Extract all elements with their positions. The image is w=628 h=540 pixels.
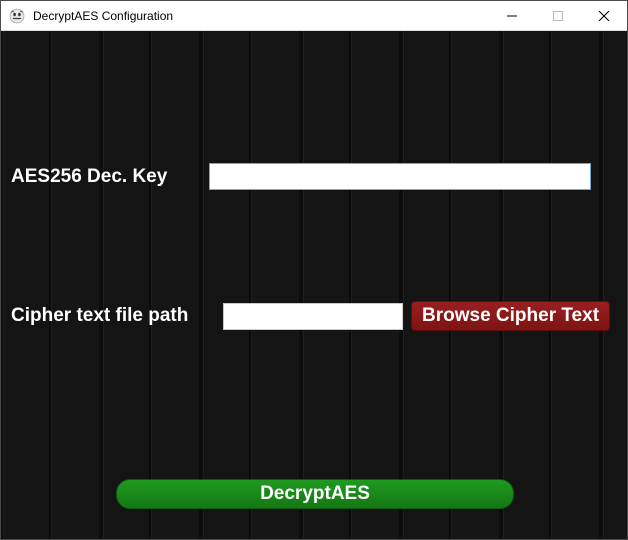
aes-key-input[interactable] (209, 163, 591, 190)
aes-key-row: AES256 Dec. Key (11, 163, 617, 190)
minimize-button[interactable] (489, 1, 535, 30)
app-window: DecryptAES Configuration AES256 Dec. Key… (0, 0, 628, 540)
close-button[interactable] (581, 1, 627, 30)
browse-cipher-button[interactable]: Browse Cipher Text (411, 301, 610, 331)
cipher-path-input[interactable] (223, 303, 403, 330)
titlebar[interactable]: DecryptAES Configuration (1, 1, 627, 31)
decrypt-button[interactable]: DecryptAES (116, 479, 514, 509)
window-controls (489, 1, 627, 30)
app-icon (9, 8, 25, 24)
maximize-button (535, 1, 581, 30)
cipher-path-label: Cipher text file path (11, 305, 223, 327)
cipher-path-row: Cipher text file path Browse Cipher Text (11, 301, 617, 331)
aes-key-label: AES256 Dec. Key (11, 166, 209, 188)
client-area: AES256 Dec. Key Cipher text file path Br… (1, 31, 627, 539)
window-title: DecryptAES Configuration (33, 9, 489, 23)
